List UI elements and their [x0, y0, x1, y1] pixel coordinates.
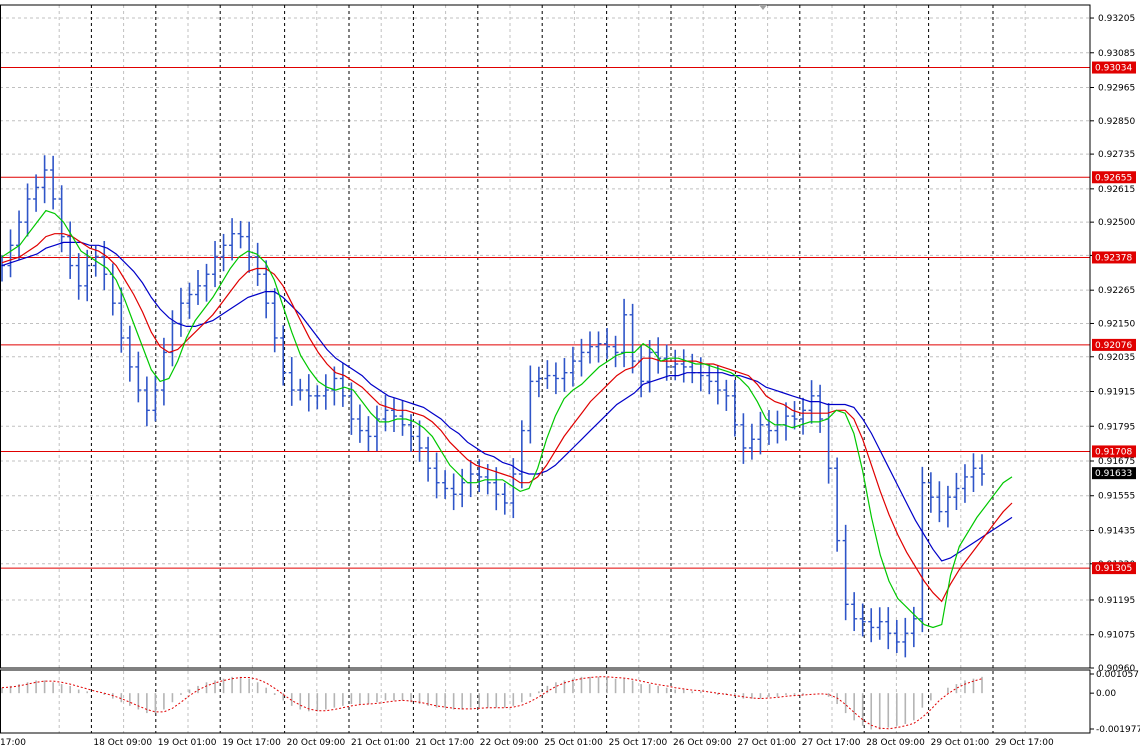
- trading-chart[interactable]: 0.93205 0.93085 0.92965 0.92850 0.92735 0.926…: [0, 0, 1140, 754]
- chart-background: [0, 0, 1140, 754]
- time-tick-label: 17:00: [0, 738, 26, 748]
- time-tick-label: 25 Oct 17:00: [609, 738, 668, 748]
- price-tick-label: 0.91075: [1098, 631, 1135, 641]
- price-tick-label: 0.92850: [1098, 117, 1135, 127]
- time-tick-label: 29 Oct 17:00: [995, 738, 1054, 748]
- osc-tick-label: 0.00: [1096, 689, 1116, 699]
- time-tick-label: 19 Oct 17:00: [222, 738, 281, 748]
- time-tick-label: 19 Oct 01:00: [158, 738, 217, 748]
- level-tag-label: 0.91708: [1095, 447, 1132, 457]
- osc-tick-label: -0.001977: [1096, 725, 1140, 735]
- price-tick-label: 0.92735: [1098, 150, 1135, 160]
- price-tick-label: 0.91915: [1098, 388, 1135, 398]
- time-tick-label: 22 Oct 09:00: [480, 738, 539, 748]
- current-price-label: 0.91633: [1095, 469, 1132, 479]
- time-tick-label: 21 Oct 17:00: [415, 738, 474, 748]
- price-tick-label: 0.92965: [1098, 84, 1135, 94]
- price-tick-label: 0.92150: [1098, 319, 1135, 329]
- price-tick-label: 0.91555: [1098, 492, 1135, 502]
- time-tick-label: 29 Oct 01:00: [931, 738, 990, 748]
- time-tick-label: 27 Oct 01:00: [737, 738, 796, 748]
- price-tick-label: 0.92035: [1098, 353, 1135, 363]
- time-tick-label: 26 Oct 09:00: [673, 738, 732, 748]
- level-tag-label: 0.91305: [1095, 564, 1132, 574]
- time-tick-label: 25 Oct 01:00: [544, 738, 603, 748]
- price-tick-label: 0.92615: [1098, 185, 1135, 195]
- price-tick-label: 0.93085: [1098, 49, 1135, 59]
- osc-tick-label: 0.001057: [1096, 670, 1139, 680]
- level-tag-label: 0.92655: [1095, 173, 1132, 183]
- time-tick-label: 21 Oct 01:00: [351, 738, 410, 748]
- price-tick-label: 0.91795: [1098, 422, 1135, 432]
- level-tag-label: 0.92076: [1095, 341, 1132, 351]
- price-tick-label: 0.91435: [1098, 526, 1135, 536]
- level-tag-label: 0.92378: [1095, 253, 1132, 263]
- price-tick-label: 0.92500: [1098, 218, 1135, 228]
- price-tick-label: 0.92265: [1098, 286, 1135, 296]
- price-tick-label: 0.91195: [1098, 596, 1135, 606]
- time-axis[interactable]: 17:00 18 Oct 09:00 19 Oct 01:00 19 Oct 17:0…: [0, 738, 1054, 748]
- time-tick-label: 20 Oct 09:00: [287, 738, 346, 748]
- time-tick-label: 28 Oct 09:00: [866, 738, 925, 748]
- time-tick-label: 18 Oct 09:00: [93, 738, 152, 748]
- time-tick-label: 27 Oct 17:00: [802, 738, 861, 748]
- price-tick-label: 0.93205: [1098, 14, 1135, 24]
- level-tag-label: 0.93034: [1095, 64, 1132, 74]
- price-tick-label: 0.91675: [1098, 457, 1135, 467]
